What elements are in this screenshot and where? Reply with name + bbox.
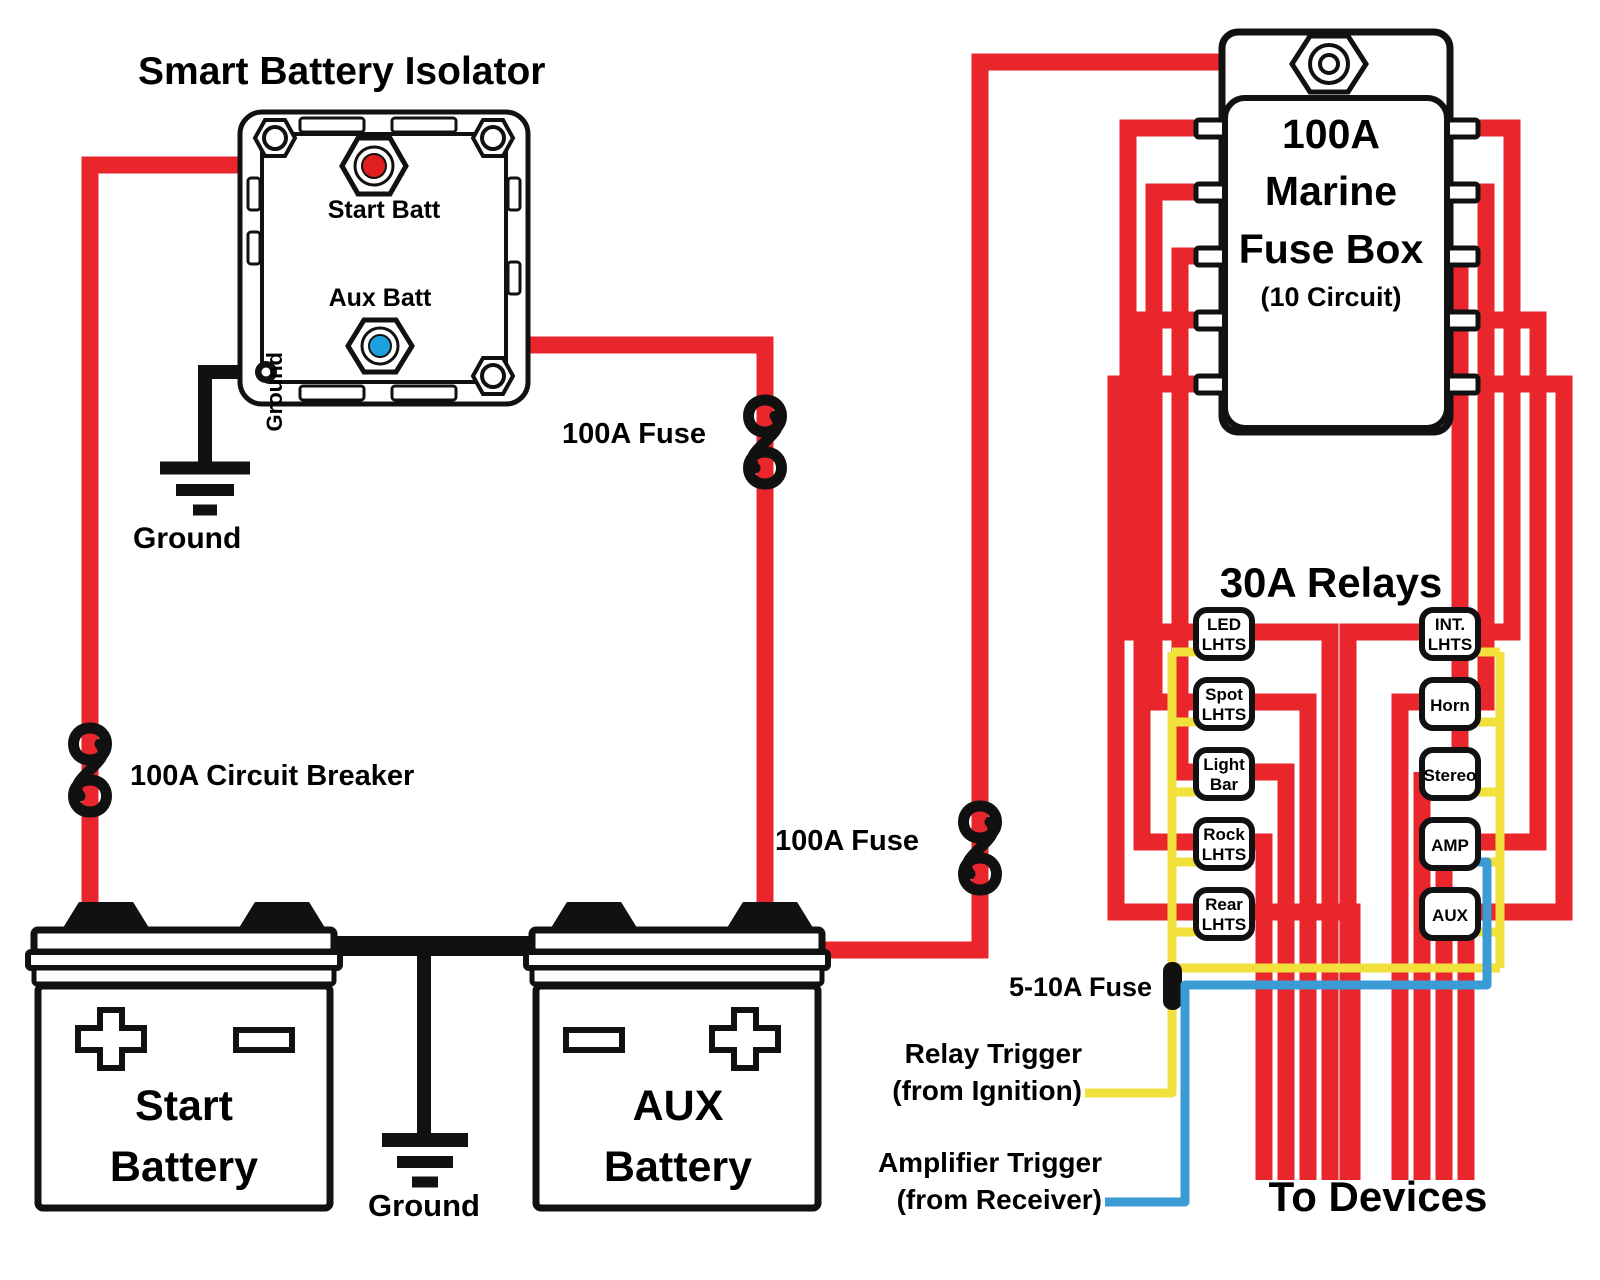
trigger-inline-fuse[interactable] — [1163, 962, 1182, 1010]
isolator-ground-terminal-label: Ground — [262, 352, 287, 431]
isolator-start-batt-label: Start Batt — [328, 196, 441, 224]
start-battery[interactable]: Start Battery — [25, 902, 343, 1212]
battery-ground-label: Ground — [368, 1188, 480, 1223]
circuit-breaker-label: 100A Circuit Breaker — [130, 760, 414, 792]
marine-fuse-box[interactable]: 100A Marine Fuse Box (10 Circuit) — [1193, 28, 1481, 436]
relay-int-lhts-line2: LHTS — [1428, 635, 1472, 654]
isolator-aux-batt-terminal[interactable] — [345, 317, 415, 375]
trigger-fuse-label: 5-10A Fuse — [1009, 972, 1152, 1002]
to-devices-label: To Devices — [1269, 1173, 1488, 1220]
fuse-box-line2: Marine — [1265, 168, 1397, 214]
relay-spot-lhts[interactable]: Spot LHTS — [1193, 677, 1255, 731]
fuse-box-line3: Fuse Box — [1239, 226, 1424, 272]
start-battery-name-line1: Start — [135, 1082, 233, 1130]
isolator-ground-label: Ground — [133, 522, 241, 555]
isolator-aux-batt-label: Aux Batt — [329, 284, 432, 312]
aux-battery-negative-post — [548, 902, 640, 932]
relay-rock-lhts[interactable]: Rock LHTS — [1193, 817, 1255, 871]
relay-led-lhts-line2: LHTS — [1202, 635, 1246, 654]
relay-rear-lhts-line1: Rear — [1205, 895, 1243, 914]
relay-aux-line1: AUX — [1432, 906, 1469, 925]
relay-spot-lhts-line1: Spot — [1205, 685, 1243, 704]
relay-light-bar-line2: Bar — [1210, 775, 1239, 794]
relay-int-lhts-line1: INT. — [1435, 615, 1465, 634]
start-battery-negative-post — [236, 902, 328, 932]
fuse-isolator-output-label: 100A Fuse — [562, 418, 706, 450]
fuse-box-line1: 100A — [1282, 111, 1380, 157]
relay-trigger-label-line2: (from Ignition) — [892, 1075, 1082, 1106]
relay-rear-lhts-line2: LHTS — [1202, 915, 1246, 934]
relay-stereo-line1: Stereo — [1424, 766, 1477, 785]
fuse-aux-output-label: 100A Fuse — [775, 825, 919, 857]
relays-title: 30A Relays — [1220, 559, 1443, 606]
relay-rear-lhts[interactable]: Rear LHTS — [1193, 887, 1255, 941]
relay-rock-lhts-line1: Rock — [1203, 825, 1245, 844]
start-battery-name-line2: Battery — [110, 1143, 258, 1191]
isolator-title: Smart Battery Isolator — [138, 50, 545, 93]
isolator-start-batt-terminal[interactable] — [339, 135, 409, 197]
relay-led-lhts-line1: LED — [1207, 615, 1241, 634]
relay-amp-line1: AMP — [1431, 836, 1469, 855]
amplifier-trigger-label-line2: (from Receiver) — [897, 1184, 1102, 1215]
fuse-box-line4: (10 Circuit) — [1260, 282, 1401, 312]
wiring-diagram-canvas: Start Batt Aux Batt Ground Smart Battery… — [0, 0, 1600, 1280]
relay-horn[interactable]: Horn — [1419, 677, 1481, 731]
relay-led-lhts[interactable]: LED LHTS — [1193, 607, 1255, 661]
relay-aux[interactable]: AUX — [1419, 887, 1481, 941]
aux-battery[interactable]: AUX Battery — [523, 902, 831, 1212]
start-battery-positive-post — [60, 902, 152, 932]
aux-battery-name-line2: Battery — [604, 1143, 752, 1191]
relay-light-bar[interactable]: Light Bar — [1193, 747, 1255, 801]
relay-amp[interactable]: AMP — [1419, 817, 1481, 871]
relay-spot-lhts-line2: LHTS — [1202, 705, 1246, 724]
fuse-box-main-stud[interactable] — [1289, 33, 1369, 95]
aux-battery-positive-post — [724, 902, 816, 932]
relay-trigger-label-line1: Relay Trigger — [905, 1038, 1083, 1069]
diagram-svg: Start Batt Aux Batt Ground Smart Battery… — [0, 0, 1600, 1280]
relay-stereo[interactable]: Stereo — [1419, 747, 1481, 801]
relay-light-bar-line1: Light — [1203, 755, 1245, 774]
relay-int-lhts[interactable]: INT. LHTS — [1419, 607, 1481, 661]
aux-battery-name-line1: AUX — [633, 1082, 724, 1130]
smart-battery-isolator[interactable]: Start Batt Aux Batt Ground — [237, 109, 531, 431]
relay-rock-lhts-line2: LHTS — [1202, 845, 1246, 864]
amplifier-trigger-label-line1: Amplifier Trigger — [878, 1147, 1102, 1178]
relay-horn-line1: Horn — [1430, 696, 1470, 715]
